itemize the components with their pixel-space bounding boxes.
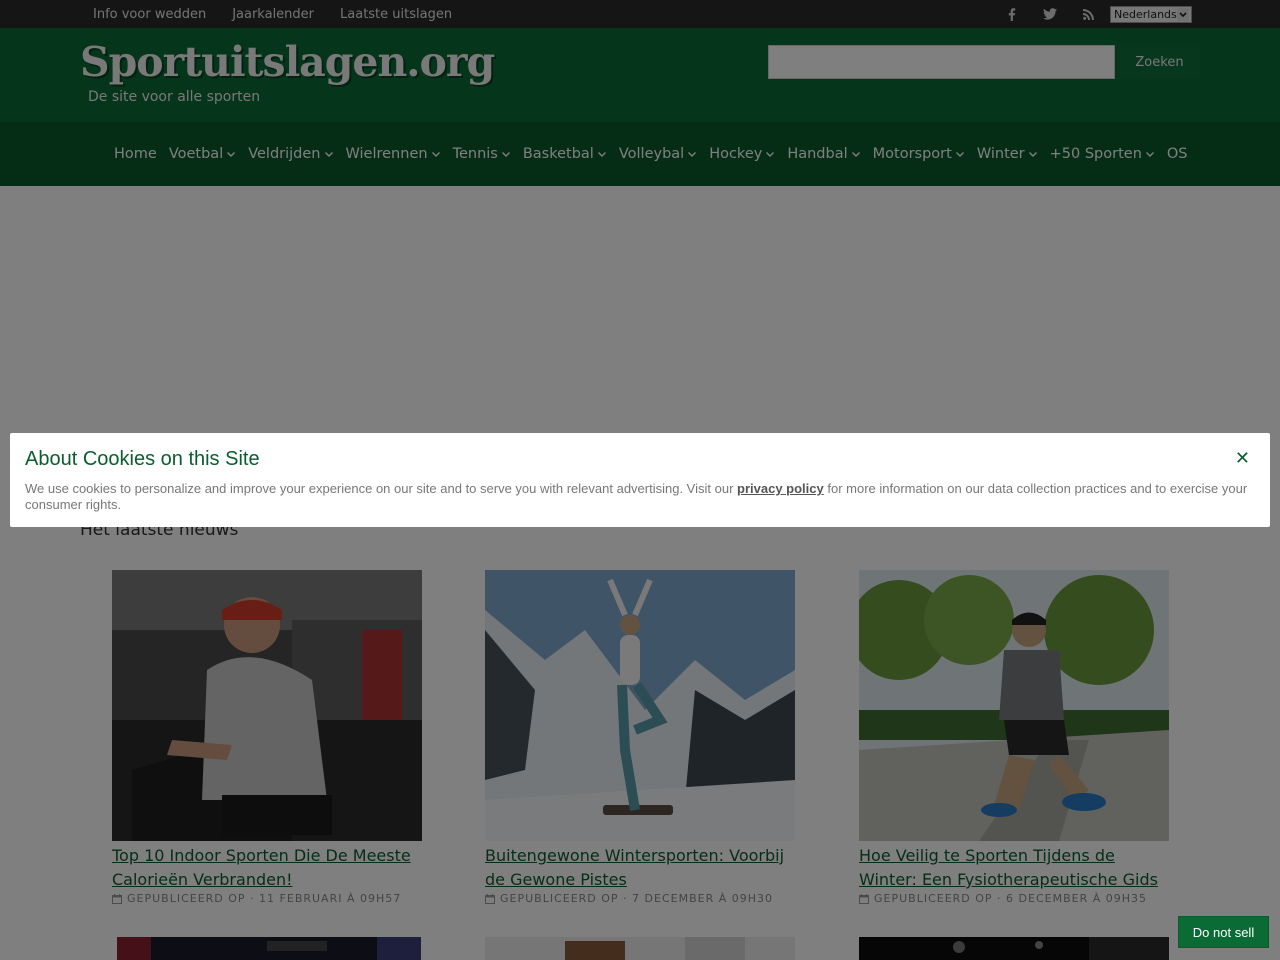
cookie-banner: About Cookies on this Site ✕ We use cook…: [10, 433, 1270, 527]
cookie-text: We use cookies to personalize and improv…: [25, 481, 1260, 513]
cookie-title: About Cookies on this Site: [25, 448, 260, 470]
privacy-policy-link[interactable]: privacy policy: [737, 481, 824, 496]
cookie-text-start: We use cookies to personalize and improv…: [25, 481, 738, 496]
close-icon[interactable]: ✕: [1235, 448, 1250, 469]
do-not-sell-button[interactable]: Do not sell: [1178, 916, 1269, 948]
